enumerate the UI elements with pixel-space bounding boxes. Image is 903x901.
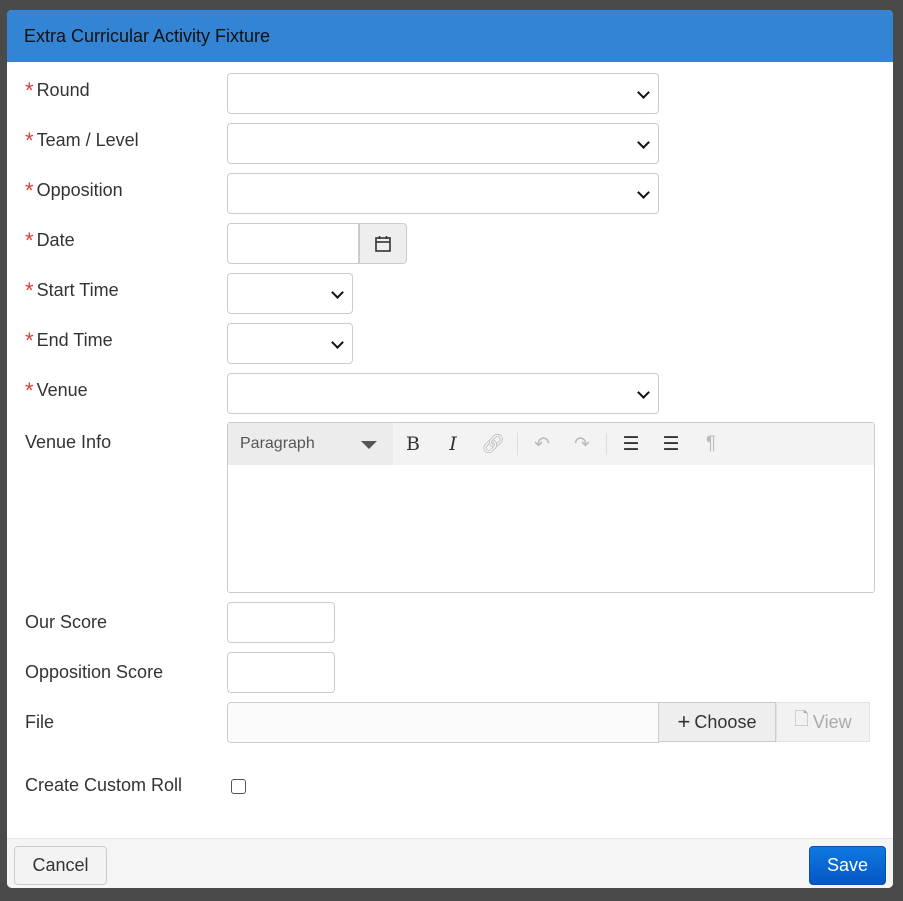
- divider: [517, 433, 518, 455]
- redo-icon[interactable]: ↷: [562, 433, 602, 456]
- paragraph-direction-icon[interactable]: ¶: [691, 433, 731, 455]
- plus-icon: +: [677, 709, 691, 734]
- round-select[interactable]: [227, 73, 659, 114]
- opposition-label: * Opposition: [25, 178, 123, 203]
- our-score-label: Our Score: [25, 612, 108, 632]
- venue-info-editor: Paragraph B I 🔗︎ ↶ ↷ ☰ ☰ ¶: [227, 422, 875, 593]
- venue-info-label: Venue Info: [25, 432, 112, 452]
- italic-icon[interactable]: I: [433, 433, 473, 455]
- opposition-score-input[interactable]: [227, 652, 335, 693]
- start-time-label: * Start Time: [25, 278, 119, 303]
- round-label: * Round: [25, 78, 90, 103]
- editor-body[interactable]: [228, 465, 874, 592]
- divider: [606, 433, 607, 455]
- save-button[interactable]: Save: [809, 846, 886, 885]
- choose-file-button[interactable]: + Choose: [658, 702, 776, 742]
- cancel-button[interactable]: Cancel: [14, 846, 107, 885]
- end-time-label: * End Time: [25, 328, 113, 353]
- view-file-button[interactable]: 🗋︎ View: [776, 702, 870, 742]
- venue-label: * Venue: [25, 378, 88, 403]
- opposition-score-label: Opposition Score: [25, 662, 164, 682]
- undo-icon[interactable]: ↶: [522, 433, 562, 456]
- calendar-icon: [375, 235, 391, 252]
- dialog-title: Extra Curricular Activity Fixture: [24, 25, 271, 46]
- custom-roll-checkbox[interactable]: [231, 779, 246, 794]
- link-icon[interactable]: 🔗︎: [473, 432, 513, 456]
- bold-icon[interactable]: B: [393, 433, 433, 455]
- team-select[interactable]: [227, 123, 659, 164]
- numbered-list-icon[interactable]: ☰: [651, 433, 691, 456]
- start-time-select[interactable]: [227, 273, 353, 314]
- team-label: * Team / Level: [25, 128, 139, 153]
- calendar-button[interactable]: [359, 223, 407, 264]
- file-input[interactable]: [227, 702, 659, 743]
- editor-toolbar: Paragraph B I 🔗︎ ↶ ↷ ☰ ☰ ¶: [228, 423, 874, 465]
- date-input[interactable]: [227, 223, 407, 264]
- our-score-input[interactable]: [227, 602, 335, 643]
- fixture-dialog: Extra Curricular Activity Fixture * Round…: [7, 10, 893, 888]
- file-icon: 🗋︎: [794, 709, 809, 729]
- opposition-select[interactable]: [227, 173, 659, 214]
- format-dropdown[interactable]: Paragraph: [228, 423, 393, 465]
- date-label: * Date: [25, 228, 75, 253]
- dialog-footer: Cancel Save: [7, 838, 893, 888]
- bullet-list-icon[interactable]: ☰: [611, 433, 651, 456]
- dialog-header: Extra Curricular Activity Fixture: [7, 10, 893, 62]
- end-time-select[interactable]: [227, 323, 353, 364]
- file-label: File: [25, 712, 55, 732]
- venue-select[interactable]: [227, 373, 659, 414]
- custom-roll-label: Create Custom Roll: [25, 775, 183, 795]
